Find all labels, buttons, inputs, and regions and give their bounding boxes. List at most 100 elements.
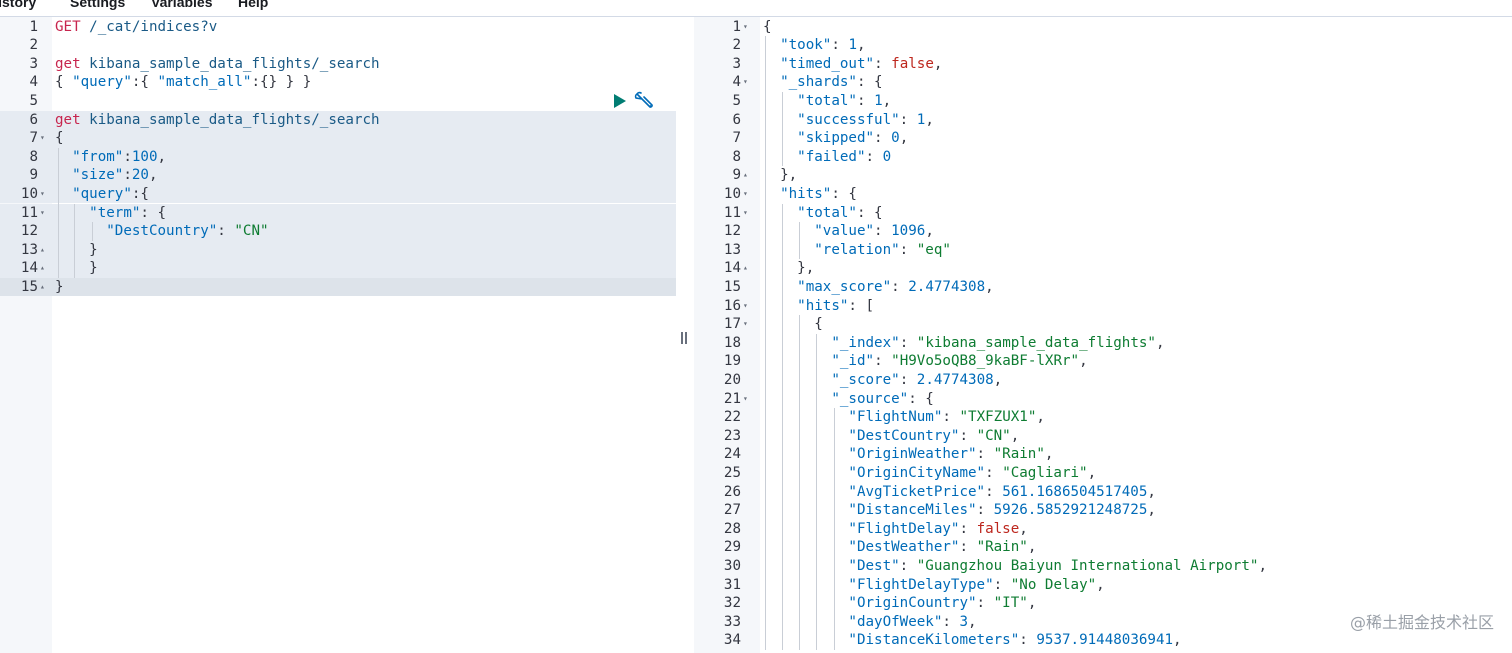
token-punc: , bbox=[933, 55, 943, 72]
code-line[interactable]: 9 ▴ }, bbox=[694, 166, 1512, 185]
code-line[interactable]: 6 get kibana_sample_data_flights/_search bbox=[0, 110, 676, 130]
fold-open-icon[interactable]: ▾ bbox=[743, 185, 748, 204]
token-num: 5926.5852921248725 bbox=[993, 502, 1148, 519]
code-line[interactable]: 7 ▾ { bbox=[0, 129, 676, 148]
play-icon[interactable] bbox=[614, 94, 626, 108]
line-number: 14 bbox=[0, 259, 38, 278]
code-text: "max_score": 2.4774308, bbox=[763, 278, 993, 297]
fold-close-icon[interactable]: ▴ bbox=[743, 166, 748, 185]
code-line[interactable]: 9 "size":20, bbox=[0, 166, 676, 185]
menu-item-variables[interactable]: Variables bbox=[151, 0, 213, 10]
token-method: get bbox=[55, 55, 90, 72]
code-line[interactable]: 13 ▴ } bbox=[0, 240, 676, 260]
wrench-icon[interactable] bbox=[633, 91, 655, 111]
code-line[interactable]: 4 ▾ "_shards": { bbox=[694, 73, 1512, 92]
token-punc bbox=[763, 279, 797, 295]
fold-open-icon[interactable]: ▾ bbox=[743, 297, 748, 316]
code-line[interactable]: 5 "total": 1, bbox=[694, 92, 1512, 111]
fold-open-icon[interactable]: ▾ bbox=[743, 204, 748, 223]
code-line[interactable]: 10 ▾ "hits": { bbox=[694, 185, 1512, 204]
code-text: } bbox=[55, 241, 98, 260]
fold-open-icon[interactable]: ▾ bbox=[40, 204, 45, 223]
token-key: "DistanceMiles" bbox=[848, 502, 977, 519]
code-line[interactable]: 12 "value": 1096, bbox=[694, 222, 1512, 241]
code-text: "from":100, bbox=[55, 148, 166, 167]
code-line[interactable]: 8 "from":100, bbox=[0, 147, 676, 167]
token-punc: :{ bbox=[131, 74, 158, 91]
pane-resizer[interactable] bbox=[676, 17, 694, 653]
code-line[interactable]: 2 "took": 1, bbox=[694, 36, 1512, 55]
code-text: "DestCountry": "CN", bbox=[763, 427, 1019, 446]
menu-item-settings[interactable]: Settings bbox=[70, 0, 125, 10]
response-viewer[interactable]: 1 ▾{2 "took": 1, 3 "timed_out": false, 4 ▾ "… bbox=[694, 17, 1512, 653]
token-num: 3 bbox=[959, 613, 969, 630]
fold-open-icon[interactable]: ▾ bbox=[40, 185, 45, 204]
token-punc bbox=[763, 446, 848, 462]
code-line[interactable]: 2 bbox=[0, 36, 676, 55]
token-punc bbox=[763, 614, 848, 630]
token-key: "value" bbox=[814, 223, 875, 240]
token-punc: } bbox=[55, 278, 64, 295]
indent-guide bbox=[782, 203, 783, 650]
fold-close-icon[interactable]: ▴ bbox=[40, 241, 45, 260]
code-line[interactable]: 12 "DestCountry": "CN" bbox=[0, 222, 676, 241]
token-bool: false bbox=[891, 55, 934, 72]
fold-open-icon[interactable]: ▾ bbox=[743, 315, 748, 334]
token-num: 0 bbox=[882, 148, 892, 165]
code-line[interactable]: 15 "max_score": 2.4774308, bbox=[694, 278, 1512, 297]
line-number: 10 bbox=[723, 185, 741, 202]
code-line[interactable]: 15 ▴} bbox=[0, 277, 676, 297]
code-line[interactable]: 1 ▾ { bbox=[694, 18, 1512, 37]
token-punc: , bbox=[1173, 632, 1182, 649]
code-text: { bbox=[763, 315, 823, 334]
token-punc: : bbox=[899, 557, 917, 574]
fold-close-icon[interactable]: ▴ bbox=[743, 259, 748, 278]
token-punc: } bbox=[55, 260, 98, 277]
line-number: 11 bbox=[723, 204, 741, 221]
code-line[interactable]: 14 ▴ }, bbox=[694, 259, 1512, 278]
fold-open-icon[interactable]: ▾ bbox=[743, 18, 748, 37]
code-text: "took": 1, bbox=[763, 36, 865, 55]
token-punc: , bbox=[1258, 557, 1267, 574]
code-line[interactable]: 16 ▾ "hits": [ bbox=[694, 297, 1512, 316]
code-line[interactable]: 10 ▾ "query":{ bbox=[0, 184, 676, 204]
token-str: "kibana_sample_data_flights" bbox=[916, 334, 1156, 351]
code-line[interactable]: 3 get kibana_sample_data_flights/_search bbox=[0, 55, 676, 74]
menu-item-history[interactable]: History bbox=[0, 0, 36, 10]
token-punc bbox=[55, 223, 106, 239]
fold-open-icon[interactable]: ▾ bbox=[743, 390, 748, 409]
fold-open-icon[interactable]: ▾ bbox=[40, 129, 45, 148]
code-line[interactable]: 17 ▾ { bbox=[694, 315, 1512, 334]
token-punc bbox=[763, 577, 848, 593]
menu-item-help[interactable]: Help bbox=[238, 0, 268, 10]
token-punc: , bbox=[925, 111, 934, 128]
code-line[interactable]: 7 "skipped": 0, bbox=[694, 129, 1512, 148]
code-line[interactable]: 4 { "query":{ "match_all":{} } } bbox=[0, 73, 676, 92]
token-punc: : bbox=[942, 613, 960, 630]
token-punc: { bbox=[763, 18, 772, 35]
code-line[interactable]: 1 GET /_cat/indices?v bbox=[0, 18, 676, 37]
code-text: { "query":{ "match_all":{} } } bbox=[55, 73, 311, 92]
code-line[interactable]: 11 ▾ "term": { bbox=[0, 203, 676, 223]
token-punc: : bbox=[985, 464, 1003, 481]
token-punc: }, bbox=[763, 260, 815, 277]
line-number: 8 bbox=[732, 148, 741, 165]
token-punc bbox=[763, 242, 814, 258]
fold-close-icon[interactable]: ▴ bbox=[40, 259, 45, 278]
line-number: 11 bbox=[0, 203, 38, 223]
code-line[interactable]: 11 ▾ "total": { bbox=[694, 204, 1512, 223]
request-editor[interactable]: 1 GET /_cat/indices?v 2 3 get kibana_sample_… bbox=[0, 17, 676, 653]
token-punc: : bbox=[993, 576, 1011, 593]
line-number: 12 bbox=[0, 222, 38, 241]
code-line[interactable]: 13 "relation": "eq" bbox=[694, 241, 1512, 260]
code-line[interactable]: 6 "successful": 1, bbox=[694, 111, 1512, 130]
fold-open-icon[interactable]: ▾ bbox=[743, 73, 748, 92]
code-line[interactable]: 14 ▴ } bbox=[0, 259, 676, 278]
code-line[interactable]: 3 "timed_out": false, bbox=[694, 55, 1512, 74]
token-url: /_cat/indices?v bbox=[89, 18, 218, 35]
fold-close-icon[interactable]: ▴ bbox=[40, 278, 45, 297]
code-line[interactable]: 8 "failed": 0 bbox=[694, 148, 1512, 167]
line-number: 5 bbox=[732, 92, 741, 109]
token-punc: , bbox=[1147, 502, 1156, 519]
code-line[interactable]: 5 bbox=[0, 92, 676, 111]
